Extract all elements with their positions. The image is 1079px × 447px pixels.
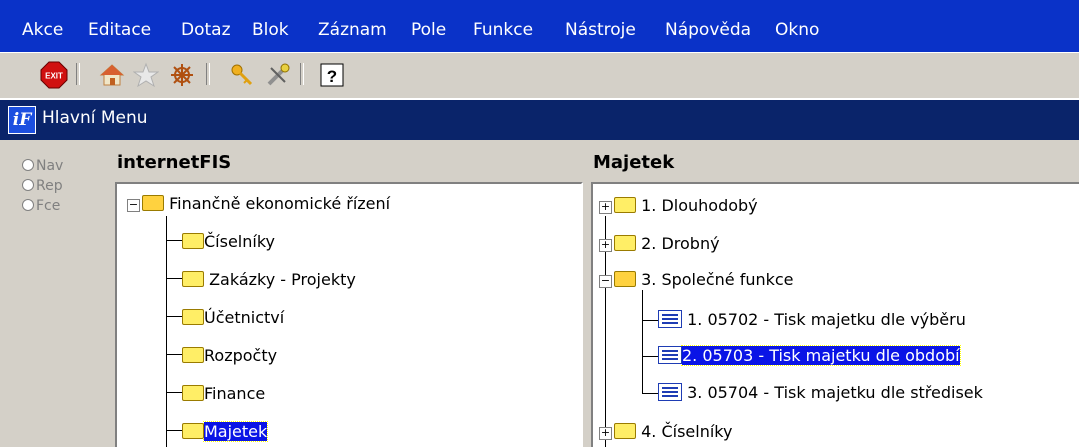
window-title-bar: iF Hlavní Menu [0, 98, 1079, 140]
right-tree[interactable]: + 1. Dlouhodobý + 2. Drobný − 3. Společn… [591, 182, 1079, 447]
menu-dotaz[interactable]: Dotaz [181, 20, 231, 40]
tree-leaf-label: 3. 05704 - Tisk majetku dle středisek [687, 383, 983, 402]
tree-line [166, 354, 182, 355]
tree-line [642, 290, 643, 394]
folder-open-icon [614, 271, 636, 287]
tree-leaf-05704[interactable]: 3. 05704 - Tisk majetku dle středisek [658, 383, 983, 402]
tree-leaf-05702[interactable]: 1. 05702 - Tisk majetku dle výběru [658, 310, 966, 329]
folder-icon [182, 271, 204, 287]
collapse-icon[interactable]: − [127, 199, 140, 212]
tree-item-spolecne-funkce[interactable]: − 3. Společné funkce [599, 270, 794, 289]
right-panel-title: Majetek [593, 152, 675, 173]
folder-icon [614, 235, 636, 251]
folder-icon [182, 233, 204, 249]
tree-line [166, 316, 182, 317]
folder-icon [614, 197, 636, 213]
menu-akce[interactable]: Akce [22, 20, 63, 40]
folder-icon [614, 423, 636, 439]
tree-item-label: 2. Drobný [641, 234, 720, 253]
menu-pole[interactable]: Pole [411, 20, 446, 40]
menu-napoveda[interactable]: Nápověda [665, 20, 751, 40]
mode-rep-label: Rep [36, 178, 63, 194]
tree-line [166, 240, 182, 241]
help-icon[interactable]: ? [318, 61, 346, 89]
tree-item-ciselniky-majetek[interactable]: + 4. Číselníky [599, 422, 732, 441]
expand-icon[interactable]: + [599, 427, 612, 440]
tree-item-finance[interactable]: Finance [182, 384, 265, 403]
tree-item-label: 1. Dlouhodobý [641, 196, 758, 215]
tree-item-label: 3. Společné funkce [641, 270, 794, 289]
tree-line [166, 216, 167, 447]
tree-item-rozpocty[interactable]: Rozpočty [182, 346, 277, 365]
exit-icon-label: EXIT [45, 72, 63, 81]
top-strip [0, 0, 1079, 8]
tree-line [166, 430, 182, 431]
folder-icon [182, 309, 204, 325]
menu-blok[interactable]: Blok [252, 20, 289, 40]
tree-item-majetek[interactable]: Majetek [182, 421, 269, 442]
app-icon: iF [8, 106, 36, 134]
star-icon[interactable] [132, 61, 160, 89]
radio-icon [22, 199, 34, 211]
tree-item-label: 4. Číselníky [641, 422, 733, 441]
collapse-icon[interactable]: − [599, 275, 612, 288]
mode-rep-radio[interactable]: Rep [22, 178, 63, 194]
tree-root-label: Finančně ekonomické řízení [169, 194, 391, 213]
menu-editace[interactable]: Editace [88, 20, 151, 40]
menu-funkce[interactable]: Funkce [473, 20, 533, 40]
left-tree[interactable]: − Finančně ekonomické řízení Číselníky Z… [115, 182, 583, 447]
radio-icon [22, 159, 34, 171]
folder-icon [182, 423, 204, 439]
toolbar-separator [300, 63, 304, 85]
folder-icon [182, 385, 204, 401]
window-title: Hlavní Menu [42, 108, 148, 128]
form-icon [658, 383, 682, 401]
tree-item-label-selected: Majetek [202, 421, 269, 442]
tools-icon[interactable] [264, 61, 292, 89]
tree-leaf-05703[interactable]: 2. 05703 - Tisk majetku dle období [658, 345, 961, 366]
tree-item-ucetnictvi[interactable]: Účetnictví [182, 308, 284, 327]
expand-icon[interactable]: + [599, 239, 612, 252]
left-panel-title: internetFIS [117, 152, 232, 173]
tree-line [166, 392, 182, 393]
menu-nastroje[interactable]: Nástroje [565, 20, 636, 40]
ship-wheel-icon[interactable] [168, 61, 196, 89]
radio-icon [22, 179, 34, 191]
form-icon [658, 346, 682, 364]
tree-line [642, 320, 658, 321]
tree-item-label: Finance [204, 384, 266, 403]
menu-zaznam[interactable]: Záznam [318, 20, 387, 40]
form-icon [658, 310, 682, 328]
tree-item-ciselniky[interactable]: Číselníky [182, 232, 275, 251]
exit-icon[interactable]: EXIT [40, 61, 68, 89]
tree-item-zakazky[interactable]: Zakázky - Projekty [182, 270, 356, 289]
menu-okno[interactable]: Okno [775, 20, 819, 40]
tree-line [642, 356, 658, 357]
folder-icon [182, 347, 204, 363]
tree-item-label: Zakázky - Projekty [209, 270, 356, 289]
toolbar-separator [206, 63, 210, 85]
mode-fce-label: Fce [36, 198, 61, 214]
mode-nav-label: Nav [36, 158, 64, 174]
tree-item-drobny[interactable]: + 2. Drobný [599, 234, 720, 253]
tree-line [166, 278, 182, 279]
menu-bar: Akce Editace Dotaz Blok Záznam Pole Funk… [0, 8, 1079, 52]
tree-item-label: Účetnictví [204, 308, 285, 327]
tree-line [642, 393, 658, 394]
mode-fce-radio[interactable]: Fce [22, 198, 60, 214]
help-icon-label: ? [327, 67, 337, 86]
toolbar: EXIT ? [0, 52, 1079, 99]
key-icon[interactable] [228, 61, 256, 89]
folder-open-icon [142, 195, 164, 211]
expand-icon[interactable]: + [599, 201, 612, 214]
tree-item-label: Číselníky [204, 232, 275, 251]
mode-nav-radio[interactable]: Nav [22, 158, 63, 174]
tree-leaf-label-selected: 2. 05703 - Tisk majetku dle období [681, 345, 961, 366]
tree-root-finance[interactable]: − Finančně ekonomické řízení [127, 194, 390, 213]
toolbar-separator [76, 63, 80, 85]
tree-leaf-label: 1. 05702 - Tisk majetku dle výběru [687, 310, 966, 329]
tree-item-dlouhodoby[interactable]: + 1. Dlouhodobý [599, 196, 758, 215]
home-icon[interactable] [98, 61, 126, 89]
tree-item-label: Rozpočty [204, 346, 278, 365]
